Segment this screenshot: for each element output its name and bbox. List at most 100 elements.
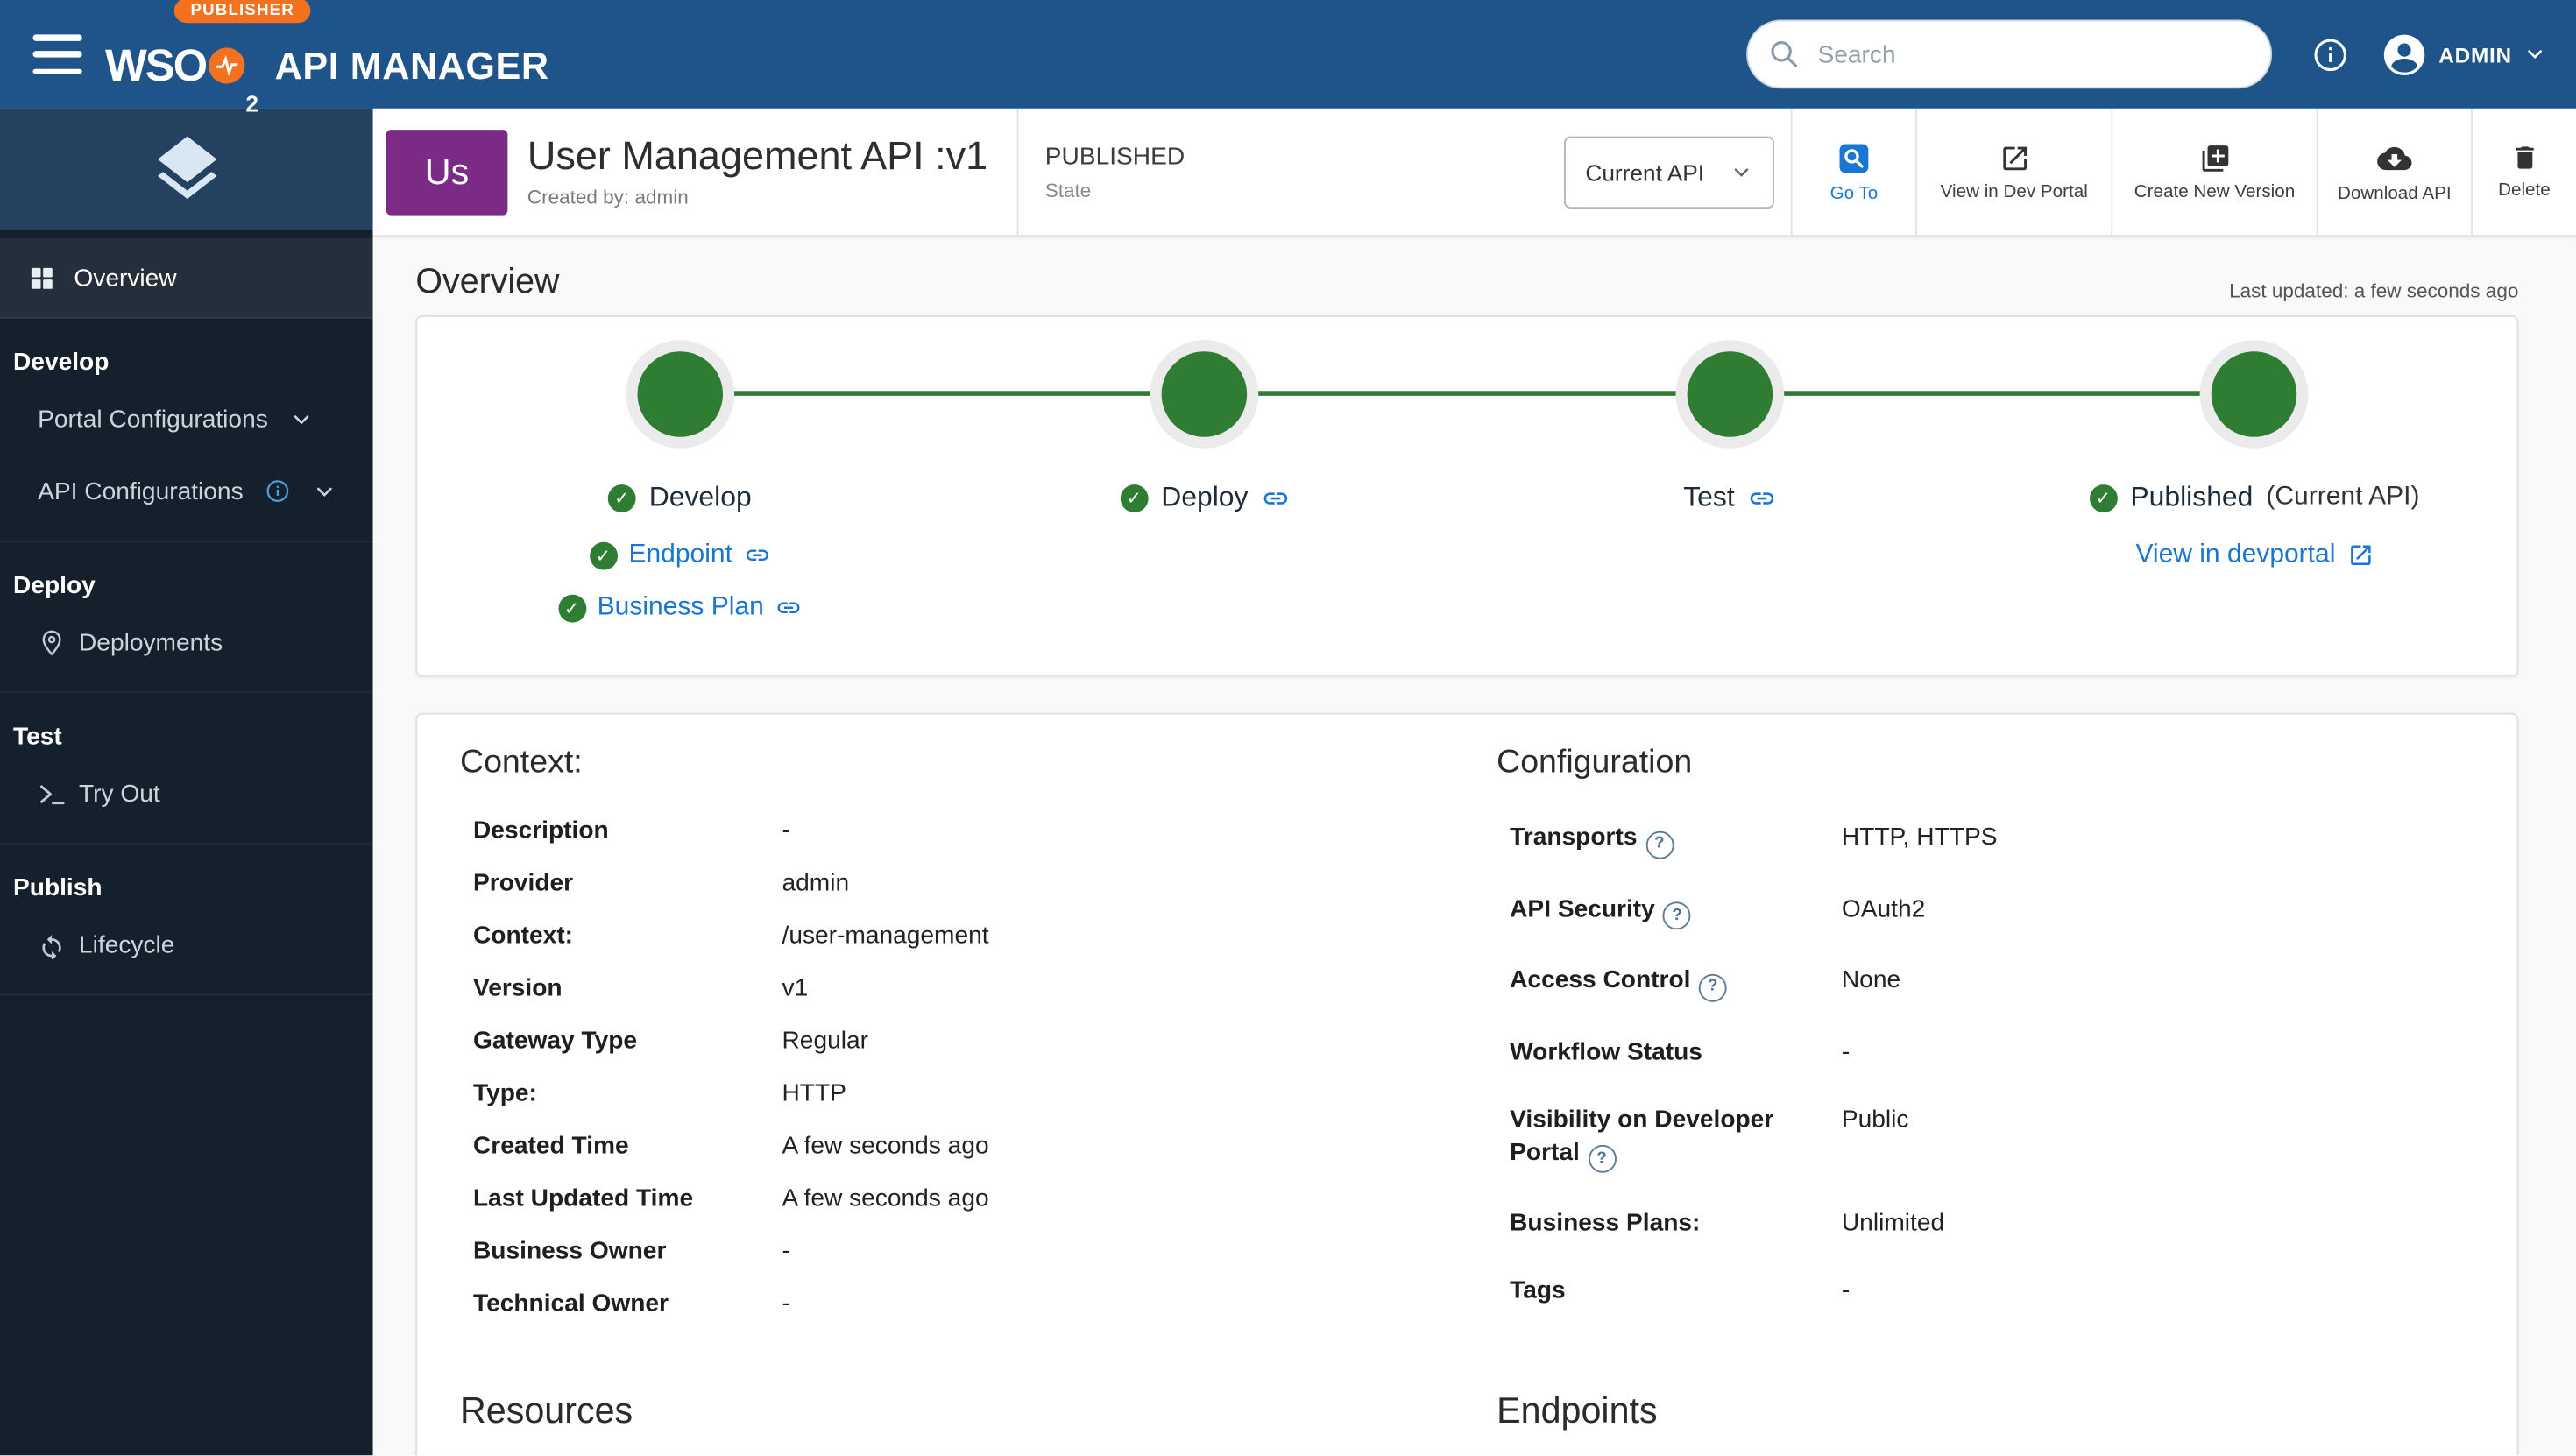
context-row: Created Time A few seconds ago: [473, 1131, 989, 1160]
sidebar-section-develop: Develop: [13, 348, 110, 377]
step-circle-deploy: [1150, 340, 1259, 449]
delete-label: Delete: [2498, 180, 2551, 201]
layers-icon: [157, 136, 216, 200]
endpoints-title: Endpoints: [1497, 1389, 1658, 1431]
current-api-suffix: (Current API): [2266, 483, 2420, 512]
api-state-value: PUBLISHED: [1044, 142, 1185, 171]
info-icon[interactable]: [2312, 35, 2350, 73]
step-label-published: ✓ Published (Current API): [1992, 481, 2516, 514]
business-plan-link[interactable]: ✓ Business Plan: [417, 593, 942, 623]
step-label-deploy[interactable]: ✓ Deploy: [942, 481, 1467, 514]
sidebar-item-overview[interactable]: Overview: [0, 237, 373, 319]
api-header-bar: Us User Management API :v1 Created by: a…: [372, 108, 2576, 237]
open-in-new-icon: [2002, 145, 2027, 170]
help-icon[interactable]: ?: [1698, 972, 1727, 1001]
sidebar-group-deploy: Deploy Deployments: [0, 542, 373, 694]
chevron-down-icon: [2528, 50, 2542, 60]
app-logo[interactable]: [0, 108, 373, 230]
trash-icon: [2516, 146, 2533, 169]
sidebar-item-label: Overview: [74, 263, 177, 292]
go-to-label: Go To: [1829, 183, 1879, 203]
chevron-down-icon: [1734, 167, 1749, 176]
step-label-develop: ✓ Develop: [417, 481, 942, 514]
help-icon[interactable]: ?: [1663, 901, 1692, 930]
configuration-title: Configuration: [1497, 744, 1693, 781]
sidebar-item-api-configurations[interactable]: API Configurations: [0, 455, 373, 527]
sidebar-item-label: Try Out: [79, 779, 160, 808]
context-title: Context:: [460, 744, 583, 781]
view-in-devportal-link[interactable]: View in devportal: [1992, 541, 2516, 570]
check-icon: ✓: [589, 541, 618, 569]
sidebar-item-label: Portal Configurations: [38, 405, 268, 434]
check-icon: ✓: [607, 484, 636, 512]
open-in-new-icon: [2350, 545, 2370, 565]
top-header: PUBLISHER WSO 2 API MANAGER ADMIN: [0, 0, 2576, 117]
help-icon[interactable]: ?: [1588, 1144, 1617, 1173]
sidebar-group-develop: Develop Portal Configurations API Config…: [0, 319, 373, 542]
sidebar-item-deployments[interactable]: Deployments: [0, 606, 373, 679]
grid-icon: [31, 266, 53, 288]
view-in-dev-portal-button[interactable]: View in Dev Portal: [1915, 108, 2111, 236]
context-row: Business Owner -: [473, 1236, 790, 1265]
context-row: Last Updated Time A few seconds ago: [473, 1184, 989, 1212]
sidebar-item-try-out[interactable]: Try Out: [0, 757, 373, 830]
sidebar-section-deploy: Deploy: [13, 571, 96, 600]
api-created-by: Created by: admin: [527, 185, 689, 209]
resources-title: Resources: [460, 1389, 633, 1431]
check-icon: ✓: [1120, 484, 1149, 512]
context-row: Type: HTTP: [473, 1078, 846, 1107]
app-window: PUBLISHER WSO 2 API MANAGER ADMIN: [0, 0, 2576, 1456]
user-menu[interactable]: ADMIN: [2382, 32, 2546, 77]
api-details-card: Context: Description - Provider admin Cont…: [415, 712, 2519, 1456]
go-to-button[interactable]: Go To: [1790, 108, 1916, 236]
configuration-row: Tags -: [1510, 1276, 1851, 1304]
check-icon: ✓: [2089, 484, 2118, 512]
configuration-row: Workflow Status -: [1510, 1037, 1851, 1065]
version-select[interactable]: Current API: [1564, 135, 1774, 209]
chevron-down-icon: [317, 486, 332, 496]
create-new-version-button[interactable]: Create New Version: [2111, 108, 2316, 236]
link-icon: [746, 549, 768, 561]
info-icon[interactable]: [265, 478, 291, 505]
endpoint-link[interactable]: ✓ Endpoint: [417, 541, 942, 570]
content-area: Overview Last updated: a few seconds ago: [373, 237, 2576, 1456]
api-state-label: State: [1044, 178, 1092, 201]
sidebar-group-publish: Publish Lifecycle: [0, 845, 373, 996]
avatar-icon: [2384, 33, 2425, 75]
version-select-value: Current API: [1585, 158, 1705, 185]
context-section: Context: Description - Provider admin Cont…: [460, 744, 1497, 1330]
step-label-test[interactable]: Test: [1467, 481, 1992, 514]
context-row: Context:/user-management: [473, 921, 989, 950]
last-updated-text: Last updated: a few seconds ago: [2229, 279, 2519, 302]
link-icon[interactable]: [1261, 484, 1289, 512]
wso2-pulse-icon: [208, 47, 244, 84]
link-icon[interactable]: [1748, 484, 1776, 512]
check-icon: ✓: [557, 593, 586, 622]
search-input[interactable]: [1746, 19, 2273, 89]
configuration-section: Configuration Transports? HTTP, HTTPS AP…: [1497, 744, 2474, 1330]
configuration-row: Business Plans: Unlimited: [1510, 1209, 1945, 1237]
help-icon[interactable]: ?: [1645, 830, 1674, 859]
api-thumbnail: Us: [386, 129, 508, 215]
cloud-download-icon: [2377, 145, 2412, 170]
terminal-icon: [40, 784, 65, 804]
lifecycle-stepper-card: ✓ Develop ✓ Deploy Test ✓ Published (Cur…: [415, 315, 2519, 677]
sidebar-group-test: Test Try Out: [0, 693, 373, 845]
view-in-dev-portal-label: View in Dev Portal: [1940, 181, 2088, 201]
delete-button[interactable]: Delete: [2471, 108, 2576, 236]
chevron-down-icon: [294, 414, 309, 424]
product-name: API MANAGER: [274, 43, 549, 87]
page-title: Overview: [415, 263, 560, 301]
create-new-version-label: Create New Version: [2134, 181, 2296, 201]
sidebar-item-lifecycle[interactable]: Lifecycle: [0, 908, 373, 981]
main-area: Us User Management API :v1 Created by: a…: [372, 108, 2576, 1456]
step-circle-published: [2200, 340, 2309, 449]
download-api-button[interactable]: Download API: [2316, 108, 2471, 236]
configuration-row: Access Control? None: [1497, 948, 2474, 1020]
context-row: Description -: [473, 816, 790, 845]
sidebar-item-portal-configurations[interactable]: Portal Configurations: [0, 383, 373, 456]
location-pin-icon: [42, 629, 61, 655]
context-row: Version v1: [473, 973, 809, 1002]
hamburger-menu-icon[interactable]: [32, 34, 82, 74]
search-icon: [1772, 41, 1798, 67]
